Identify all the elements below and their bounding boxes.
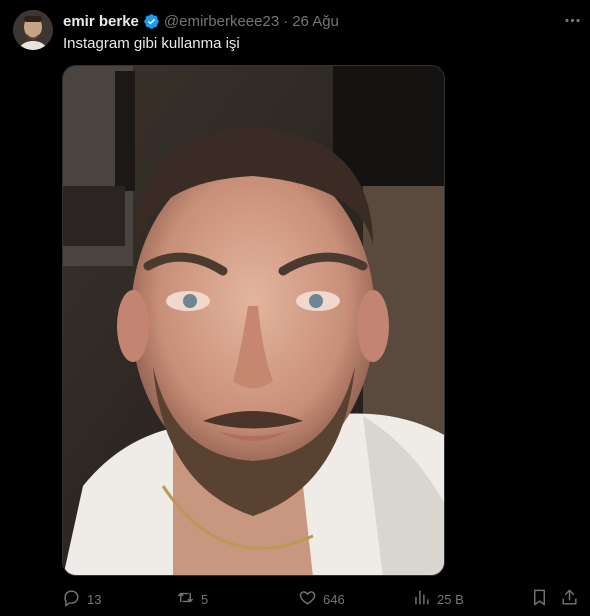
tweet-header: emir berke @emirberkeee23 · 26 Ağu	[63, 11, 339, 31]
more-icon[interactable]	[562, 10, 582, 30]
author-handle[interactable]: @emirberkeee23	[164, 13, 279, 30]
tweet-date[interactable]: 26 Ağu	[292, 13, 339, 30]
share-icon	[560, 588, 579, 610]
reply-count: 13	[87, 591, 102, 607]
avatar[interactable]	[13, 10, 53, 50]
author-name[interactable]: emir berke	[63, 13, 139, 30]
tweet-text: Instagram gibi kullanma işi	[63, 35, 240, 52]
separator-dot: ·	[283, 12, 289, 30]
views-count: 25 B	[437, 591, 464, 607]
retweet-button[interactable]: 5	[176, 585, 208, 613]
tweet-actions: 13 5 646 25 B	[0, 585, 590, 613]
like-count: 646	[323, 591, 345, 607]
bookmark-icon	[530, 588, 549, 610]
verified-badge-icon	[143, 13, 160, 30]
retweet-icon	[176, 588, 195, 610]
reply-icon	[62, 588, 81, 610]
like-icon	[298, 588, 317, 610]
bookmark-button[interactable]	[530, 585, 549, 613]
tweet: emir berke @emirberkeee23 · 26 Ağu Insta…	[0, 0, 590, 616]
reply-button[interactable]: 13	[62, 585, 101, 613]
share-button[interactable]	[560, 585, 579, 613]
views-button[interactable]: 25 B	[412, 585, 464, 613]
views-icon	[412, 588, 431, 610]
retweet-count: 5	[201, 591, 209, 607]
like-button[interactable]: 646	[298, 585, 345, 613]
tweet-photo[interactable]	[62, 65, 445, 576]
